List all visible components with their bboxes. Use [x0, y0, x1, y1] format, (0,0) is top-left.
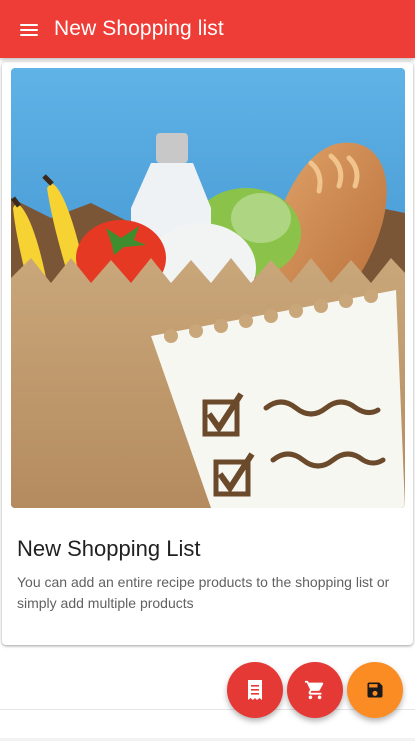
app-bar: New Shopping list	[0, 0, 415, 58]
save-icon	[367, 682, 383, 698]
add-recipe-button[interactable]	[227, 662, 283, 718]
add-products-button[interactable]	[287, 662, 343, 718]
card-image	[11, 68, 405, 508]
card-title: New Shopping List	[17, 536, 201, 561]
receipt-icon	[248, 680, 262, 700]
save-button[interactable]	[347, 662, 403, 718]
card-description: You can add an entire recipe products to…	[17, 574, 390, 611]
divider	[0, 709, 415, 710]
cart-icon	[304, 680, 324, 700]
shopping-list-card[interactable]: New Shopping List You can add an entire …	[2, 62, 413, 645]
menu-icon[interactable]	[20, 21, 40, 37]
app-title: New Shopping list	[54, 17, 224, 40]
